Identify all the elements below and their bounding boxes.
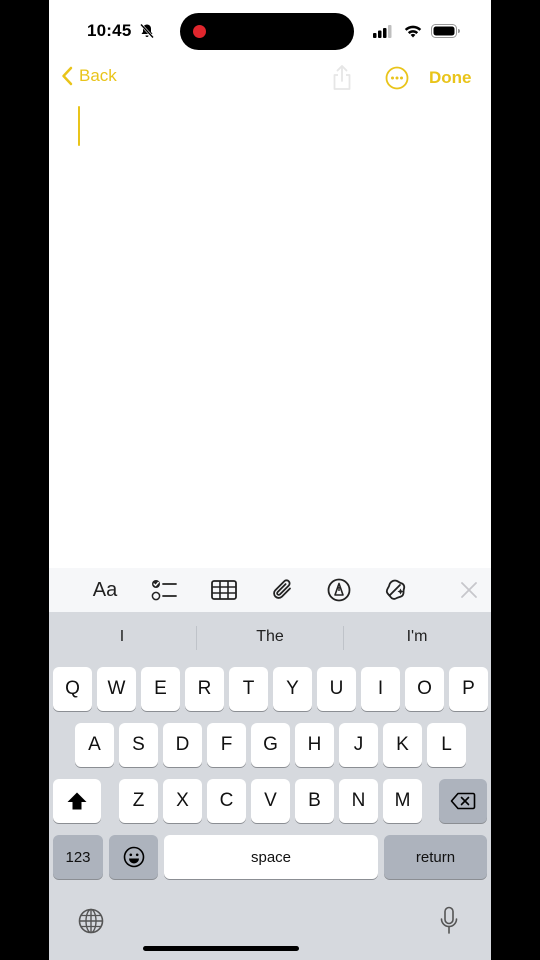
suggestion-1[interactable]: I — [62, 628, 182, 646]
recording-indicator-icon — [193, 25, 206, 38]
key-s[interactable]: S — [119, 723, 158, 767]
key-w[interactable]: W — [97, 667, 136, 711]
back-button[interactable]: Back — [61, 66, 117, 86]
shift-icon — [67, 792, 87, 810]
notes-screen: 10:45 Back Done Aa I The I'm Q W E R T Y… — [49, 0, 491, 960]
table-icon — [211, 580, 237, 600]
delete-key[interactable] — [439, 779, 487, 823]
writing-tools-button[interactable] — [380, 568, 410, 612]
suggestion-3[interactable]: I'm — [357, 628, 477, 646]
done-button[interactable]: Done — [429, 68, 472, 88]
key-h[interactable]: H — [295, 723, 334, 767]
delete-backward-icon — [450, 792, 476, 810]
key-i[interactable]: I — [361, 667, 400, 711]
key-j[interactable]: J — [339, 723, 378, 767]
signal-icon — [373, 25, 392, 38]
suggestion-divider — [196, 626, 197, 650]
key-z[interactable]: Z — [119, 779, 158, 823]
battery-icon — [431, 24, 460, 38]
shift-key[interactable] — [53, 779, 101, 823]
key-v[interactable]: V — [251, 779, 290, 823]
close-toolbar-button[interactable] — [455, 568, 483, 612]
key-g[interactable]: G — [251, 723, 290, 767]
numbers-key[interactable]: 123 — [53, 835, 103, 879]
key-a[interactable]: A — [75, 723, 114, 767]
key-y[interactable]: Y — [273, 667, 312, 711]
key-f[interactable]: F — [207, 723, 246, 767]
key-p[interactable]: P — [449, 667, 488, 711]
checklist-icon — [151, 580, 177, 601]
key-r[interactable]: R — [185, 667, 224, 711]
emoji-icon — [123, 846, 144, 868]
key-c[interactable]: C — [207, 779, 246, 823]
format-toolbar: Aa — [49, 568, 491, 612]
more-options-icon[interactable] — [385, 66, 409, 90]
share-icon[interactable] — [331, 64, 353, 92]
home-indicator — [143, 946, 299, 951]
markup-button[interactable] — [324, 568, 354, 612]
key-k[interactable]: K — [383, 723, 422, 767]
key-u[interactable]: U — [317, 667, 356, 711]
key-n[interactable]: N — [339, 779, 378, 823]
key-q[interactable]: Q — [53, 667, 92, 711]
status-time: 10:45 — [87, 21, 132, 40]
writing-tools-icon — [385, 579, 406, 600]
key-l[interactable]: L — [427, 723, 466, 767]
key-x[interactable]: X — [163, 779, 202, 823]
suggestion-2[interactable]: The — [210, 628, 330, 646]
microphone-icon[interactable] — [439, 906, 459, 936]
back-button-label: Back — [79, 66, 117, 85]
key-m[interactable]: M — [383, 779, 422, 823]
markup-pen-icon — [327, 578, 351, 602]
wifi-icon — [404, 25, 422, 38]
key-o[interactable]: O — [405, 667, 444, 711]
key-b[interactable]: B — [295, 779, 334, 823]
globe-icon[interactable] — [78, 908, 104, 934]
return-key[interactable]: return — [384, 835, 487, 879]
key-e[interactable]: E — [141, 667, 180, 711]
space-key[interactable]: space — [164, 835, 378, 879]
key-d[interactable]: D — [163, 723, 202, 767]
paperclip-icon — [273, 579, 291, 599]
chevron-left-icon — [62, 66, 73, 86]
table-button[interactable] — [209, 568, 239, 612]
note-text-area[interactable] — [49, 96, 491, 568]
attachment-button[interactable] — [268, 568, 298, 612]
close-icon — [461, 582, 477, 598]
keyboard: I The I'm Q W E R T Y U I O P A S D F G … — [49, 612, 491, 960]
key-t[interactable]: T — [229, 667, 268, 711]
emoji-key[interactable] — [109, 835, 158, 879]
dynamic-island — [180, 13, 354, 50]
text-format-button[interactable]: Aa — [87, 568, 123, 612]
text-cursor — [78, 106, 80, 146]
suggestion-divider — [343, 626, 344, 650]
bell-slash-icon — [140, 23, 154, 39]
checklist-button[interactable] — [149, 568, 179, 612]
